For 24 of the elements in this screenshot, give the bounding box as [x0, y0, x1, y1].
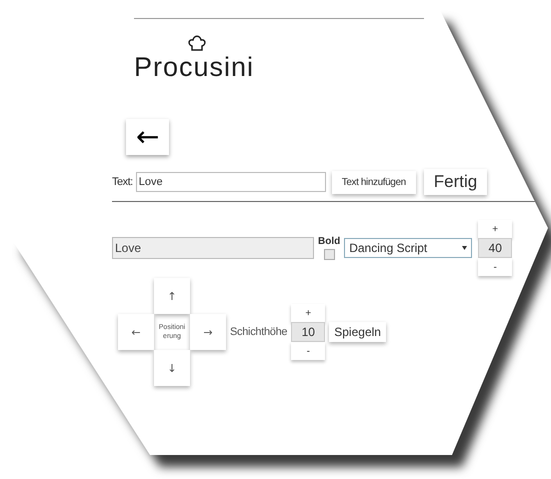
chef-hat-icon: [187, 35, 207, 52]
mirror-button[interactable]: Spiegeln: [329, 322, 386, 342]
font-select[interactable]: Dancing Script: [344, 238, 472, 258]
move-left-button[interactable]: ←: [118, 314, 154, 350]
caret-icon: [462, 246, 468, 250]
text-input[interactable]: Love: [136, 172, 326, 192]
layer-text-field[interactable]: Love: [112, 237, 314, 259]
height-value[interactable]: 10: [291, 322, 326, 342]
move-up-button[interactable]: ↑: [154, 278, 190, 314]
size-plus-button[interactable]: +: [478, 220, 512, 238]
logo-text: Procusini: [134, 52, 254, 83]
height-plus-button[interactable]: +: [291, 304, 326, 322]
size-value[interactable]: 40: [478, 238, 512, 258]
size-minus-button[interactable]: -: [478, 258, 512, 276]
height-minus-button[interactable]: -: [291, 342, 326, 360]
text-label: Text:: [112, 176, 133, 188]
bold-checkbox[interactable]: [324, 249, 335, 260]
done-button[interactable]: Fertig: [424, 169, 488, 195]
move-down-button[interactable]: ↓: [154, 350, 190, 386]
back-button[interactable]: ←: [126, 119, 170, 155]
layer-height-label: Schichthöhe: [230, 326, 288, 338]
move-right-button[interactable]: →: [190, 314, 226, 350]
add-text-button[interactable]: Text hinzufügen: [332, 170, 416, 194]
bold-label: Bold: [318, 236, 340, 247]
